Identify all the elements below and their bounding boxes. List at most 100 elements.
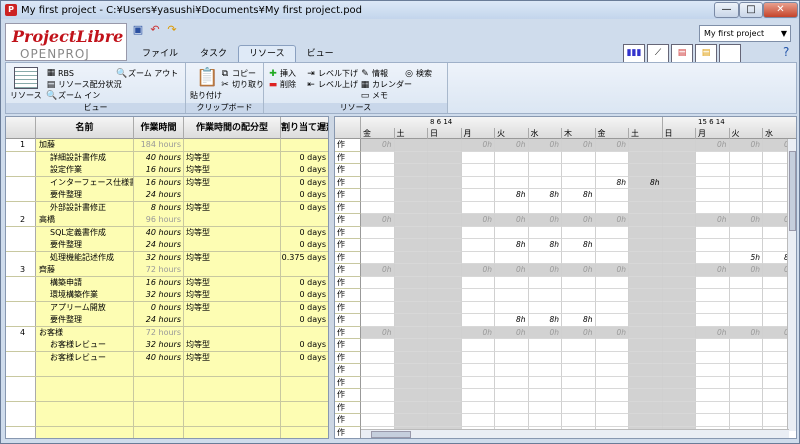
timeline-cell[interactable] [361,314,395,327]
timeline-cell[interactable] [662,301,696,314]
timeline-cell[interactable]: 8h [495,314,529,327]
timeline-cell[interactable] [629,376,663,389]
cell-contour[interactable]: 均等型 [184,289,281,301]
timeline-cell[interactable] [394,189,428,202]
timeline-cell[interactable] [696,339,730,352]
info-button[interactable]: ✎ 情報 [360,68,388,79]
timeline-cell[interactable] [428,214,462,227]
cell-work[interactable] [134,389,184,401]
timeline-cell[interactable]: 0h [595,264,629,277]
timeline-cell[interactable] [696,351,730,364]
timeline-cell[interactable] [696,401,730,414]
timeline-cell[interactable] [461,351,495,364]
redo-icon[interactable]: ↷ [165,23,179,37]
timeline-cell[interactable] [394,201,428,214]
cell-name[interactable]: 要件整理 [36,314,134,326]
cell-delay[interactable]: 0 days [281,339,328,351]
timeline-cell[interactable] [629,364,663,377]
empty-row[interactable] [6,401,328,414]
timeline-cell[interactable] [394,339,428,352]
timeline-cell[interactable] [595,201,629,214]
timeline-cell[interactable] [629,339,663,352]
timeline-cell[interactable] [629,189,663,202]
timeline-cell[interactable] [528,364,562,377]
cell-delay[interactable]: 0 days [281,351,328,364]
timeline-cell[interactable]: 8h [495,239,529,252]
cell-name[interactable]: 高橋 [36,214,134,226]
timeline-cell[interactable] [394,314,428,327]
timeline-cell[interactable] [528,201,562,214]
cell-contour[interactable]: 均等型 [184,151,281,164]
calendar-button[interactable]: ▦ カレンダー [360,79,412,90]
timeline-cell[interactable] [595,251,629,264]
timeline-cell[interactable] [662,189,696,202]
cell-contour[interactable]: 均等型 [184,276,281,289]
timeline-cell[interactable] [629,139,663,152]
timeline-cell[interactable] [662,376,696,389]
timeline-cell[interactable] [394,276,428,289]
cell-delay[interactable]: 0 days [281,239,328,251]
timeline-cell[interactable] [629,214,663,227]
timeline-cell[interactable] [528,176,562,189]
timeline-cell[interactable] [361,164,395,177]
cell-work[interactable]: 16 hours [134,176,184,189]
timeline-cell[interactable]: 0h [696,326,730,339]
cell-delay[interactable]: 0 days [281,151,328,164]
timeline-cell[interactable]: 0h [595,139,629,152]
cell-name[interactable]: アプリーム開放 [36,301,134,314]
timeline-cell[interactable] [562,364,596,377]
timeline-cell[interactable] [394,401,428,414]
timeline-cell[interactable] [629,389,663,402]
timeline-cell[interactable] [562,251,596,264]
timeline-cell[interactable] [729,414,763,427]
timeline-cell[interactable] [495,176,529,189]
cell-work[interactable] [134,401,184,414]
cell-work[interactable]: 32 hours [134,339,184,351]
timeline-cell[interactable] [595,239,629,252]
timeline-cell[interactable] [696,201,730,214]
timeline-cell[interactable] [629,201,663,214]
cell-delay[interactable] [281,364,328,376]
resource-row[interactable]: 3 齊藤 72 hours [6,264,328,277]
timeline-cell[interactable]: 0h [361,214,395,227]
cell-delay[interactable]: 0 days [281,314,328,326]
memo-button[interactable]: ▭ メモ [360,90,388,101]
rbs-button[interactable]: ▦ RBS [46,68,74,78]
cell-delay[interactable] [281,426,328,438]
timeline-cell[interactable] [495,301,529,314]
timeline-cell[interactable] [562,339,596,352]
timeline-cell[interactable] [562,176,596,189]
timeline-cell[interactable] [562,301,596,314]
cell-contour[interactable] [184,326,281,339]
timeline-cell[interactable] [394,364,428,377]
timeline-cell[interactable] [662,151,696,164]
timeline-cell[interactable] [461,151,495,164]
timeline-cell[interactable] [629,314,663,327]
row-id[interactable] [6,389,36,401]
timeline-cell[interactable] [528,414,562,427]
row-id[interactable] [6,226,36,239]
cell-contour[interactable] [184,364,281,376]
header-id[interactable] [6,117,36,139]
level-down-button[interactable]: ⇥ レベル下げ [306,68,358,79]
cell-name[interactable]: 構築申請 [36,276,134,289]
timeline-cell[interactable] [696,376,730,389]
row-id[interactable] [6,276,36,289]
row-id[interactable] [6,189,36,201]
timeline-cell[interactable]: 8h [562,314,596,327]
timeline-cell[interactable] [662,214,696,227]
tab-file[interactable]: ファイル [131,45,189,62]
timeline-cell[interactable] [428,264,462,277]
header-name[interactable]: 名前 [36,117,134,139]
cell-work[interactable]: 16 hours [134,276,184,289]
timeline-cell[interactable] [662,139,696,152]
timeline-cell[interactable] [428,414,462,427]
timeline-cell[interactable] [662,289,696,302]
cell-delay[interactable]: 0 days [281,176,328,189]
timeline-cell[interactable] [629,251,663,264]
timeline-cell[interactable] [461,276,495,289]
timeline-cell[interactable] [629,401,663,414]
tab-resource[interactable]: リソース [238,45,296,62]
timeline-cell[interactable] [361,239,395,252]
timeline-cell[interactable] [394,164,428,177]
